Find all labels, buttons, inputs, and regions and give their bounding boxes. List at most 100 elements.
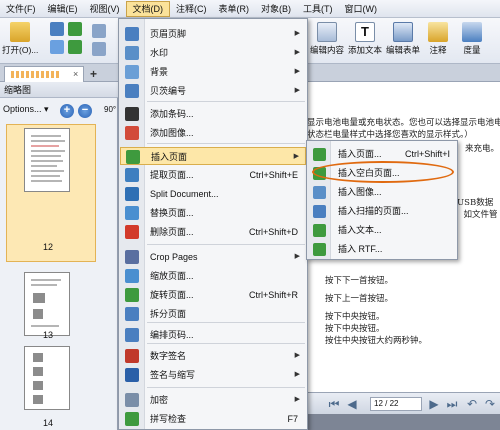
menu-item-label: 旋转页面... (150, 290, 194, 300)
thumbnail-toolbar: Options... ▾ + − 90° (0, 100, 118, 122)
menu-item-label: 删除页面... (150, 227, 194, 237)
menu-item[interactable]: 加密 ▶ (120, 391, 306, 409)
zoom-out-icon[interactable]: − (78, 104, 92, 118)
next-page-icon[interactable]: ▶ (426, 396, 442, 412)
add-text-icon: T (355, 22, 375, 42)
menu-separator (147, 387, 305, 388)
menu-item[interactable]: 缩放页面... (120, 267, 306, 285)
measure-button[interactable]: 度量 (462, 22, 482, 56)
document-tab-title (11, 71, 59, 78)
open-button[interactable]: 打开(O)... (2, 22, 38, 56)
menu-bar-item[interactable]: 对象(B) (255, 1, 297, 17)
last-page-icon[interactable]: ⏭ (444, 396, 460, 412)
menu-item[interactable]: Crop Pages ▶ (120, 248, 306, 266)
menu-separator (147, 101, 305, 102)
menu-item[interactable]: 添加条码... (120, 105, 306, 123)
menu-item-label: 背景 (150, 67, 169, 77)
annotate-button[interactable]: 注释 (428, 22, 448, 56)
menu-item-label: 数字签名 (150, 351, 187, 361)
thumbnail-list[interactable]: 12 13 14 (0, 124, 118, 430)
new-tab-icon[interactable]: + (90, 67, 97, 81)
insert-scan-icon (313, 205, 326, 218)
first-page-icon[interactable]: ⏮ (326, 396, 342, 412)
menu-item[interactable]: Split Document... (120, 185, 306, 203)
thumbnail-page-13[interactable] (24, 272, 70, 336)
digital-signature-icon (125, 349, 139, 363)
menu-item[interactable]: 签名与缩写 ▶ (120, 366, 306, 384)
undo-icon[interactable] (68, 22, 82, 36)
options-dropdown[interactable]: Options... ▾ (3, 104, 49, 115)
annotate-icon (428, 22, 448, 42)
menu-item[interactable]: 编排页码... (120, 326, 306, 344)
menu-item[interactable]: 提取页面... Ctrl+Shift+E (120, 166, 306, 184)
split-page-icon (125, 307, 139, 321)
menu-item[interactable]: 拆分页面 (120, 305, 306, 323)
rotate-90-button[interactable]: 90° (104, 105, 116, 114)
insert-image-icon (313, 186, 326, 199)
bates-number-icon (125, 84, 139, 98)
page-number-input[interactable]: 12 / 22 (370, 397, 422, 411)
document-tab[interactable]: × (4, 66, 84, 82)
menu-item[interactable]: 水印 ▶ (120, 44, 306, 62)
menu-bar-item[interactable]: 文档(D) (125, 0, 170, 17)
edit-form-button[interactable]: 编辑表单 (386, 22, 420, 56)
watermark-icon (125, 46, 139, 60)
menu-bar-item[interactable]: 视图(V) (84, 1, 126, 17)
menu-bar-item[interactable]: 工具(T) (297, 1, 339, 17)
extract-page-icon (125, 168, 139, 182)
menu-item-label: 贝茨编号 (150, 86, 187, 96)
redo-icon[interactable] (68, 40, 82, 54)
close-tab-icon[interactable]: × (73, 69, 78, 79)
menu-item-label: 拼写检查 (150, 414, 187, 424)
menu-item[interactable]: 旋转页面... Ctrl+Shift+R (120, 286, 306, 304)
submenu-item[interactable]: 插入文本... (308, 221, 456, 239)
menu-item-label: 替换页面... (150, 208, 194, 218)
submenu-arrow-icon: ▶ (294, 253, 300, 260)
menu-item[interactable]: 添加图像... (120, 124, 306, 142)
thumbnail-page-14[interactable] (24, 346, 70, 410)
menu-bar-item[interactable]: 注释(C) (170, 1, 213, 17)
menu-item[interactable]: 数字签名 ▶ (120, 347, 306, 365)
hand-tool-icon[interactable] (92, 24, 106, 38)
insert-text-icon (313, 224, 326, 237)
print-icon[interactable] (50, 40, 64, 54)
submenu-item[interactable]: 插入图像... (308, 183, 456, 201)
submenu-item-label: 插入 RTF... (338, 244, 383, 254)
doc-text-line: 来充电。 (465, 144, 500, 154)
back-view-icon[interactable]: ↶ (464, 396, 480, 412)
menu-item[interactable]: 拼写检查 F7 (120, 410, 306, 428)
crop-icon (125, 250, 139, 264)
select-tool-icon[interactable] (92, 42, 106, 56)
menu-bar-item[interactable]: 编辑(E) (42, 1, 84, 17)
menu-bar-item[interactable]: 表单(R) (213, 1, 256, 17)
menu-item[interactable]: 背景 ▶ (120, 63, 306, 81)
menu-item-label: 签名与缩写 (150, 370, 196, 380)
submenu-item-label: 插入图像... (338, 187, 382, 197)
thumbnail-page-12[interactable] (24, 128, 70, 192)
previous-page-icon[interactable]: ◀ (344, 396, 360, 412)
number-pages-icon (125, 328, 139, 342)
save-icon[interactable] (50, 22, 64, 36)
menu-item-shortcut: Ctrl+Shift+R (248, 290, 298, 300)
replace-page-icon (125, 206, 139, 220)
edit-content-button[interactable]: 编辑内容 (310, 22, 344, 56)
menu-item[interactable]: 贝茨编号 ▶ (120, 82, 306, 100)
add-text-button[interactable]: T 添加文本 (348, 22, 382, 56)
menu-item[interactable]: 插入页面 ▶ (120, 147, 306, 165)
insert-page-icon (126, 150, 140, 164)
resize-page-icon (125, 269, 139, 283)
menu-item-label: 缩放页面... (150, 271, 194, 281)
menu-bar: 文件(F) 编辑(E) 视图(V) 文档(D) 注释(C) 表单(R) 对象(B) 工具(T)… (0, 0, 500, 18)
zoom-in-icon[interactable]: + (60, 104, 74, 118)
menu-item[interactable]: 替换页面... (120, 204, 306, 222)
forward-view-icon[interactable]: ↷ (482, 396, 498, 412)
menu-item[interactable]: 删除页面... Ctrl+Shift+D (120, 223, 306, 241)
menu-item-shortcut: Ctrl+Shift+D (248, 227, 298, 237)
menu-item[interactable]: 页眉页脚 ▶ (120, 25, 306, 43)
menu-bar-item[interactable]: 窗口(W) (339, 1, 384, 17)
submenu-arrow-icon: ▶ (294, 371, 300, 378)
submenu-item[interactable]: 插入扫描的页面... (308, 202, 456, 220)
submenu-item[interactable]: 插入 RTF... (308, 240, 456, 258)
submenu-arrow-icon: ▶ (294, 49, 300, 56)
menu-bar-item[interactable]: 文件(F) (0, 1, 42, 17)
